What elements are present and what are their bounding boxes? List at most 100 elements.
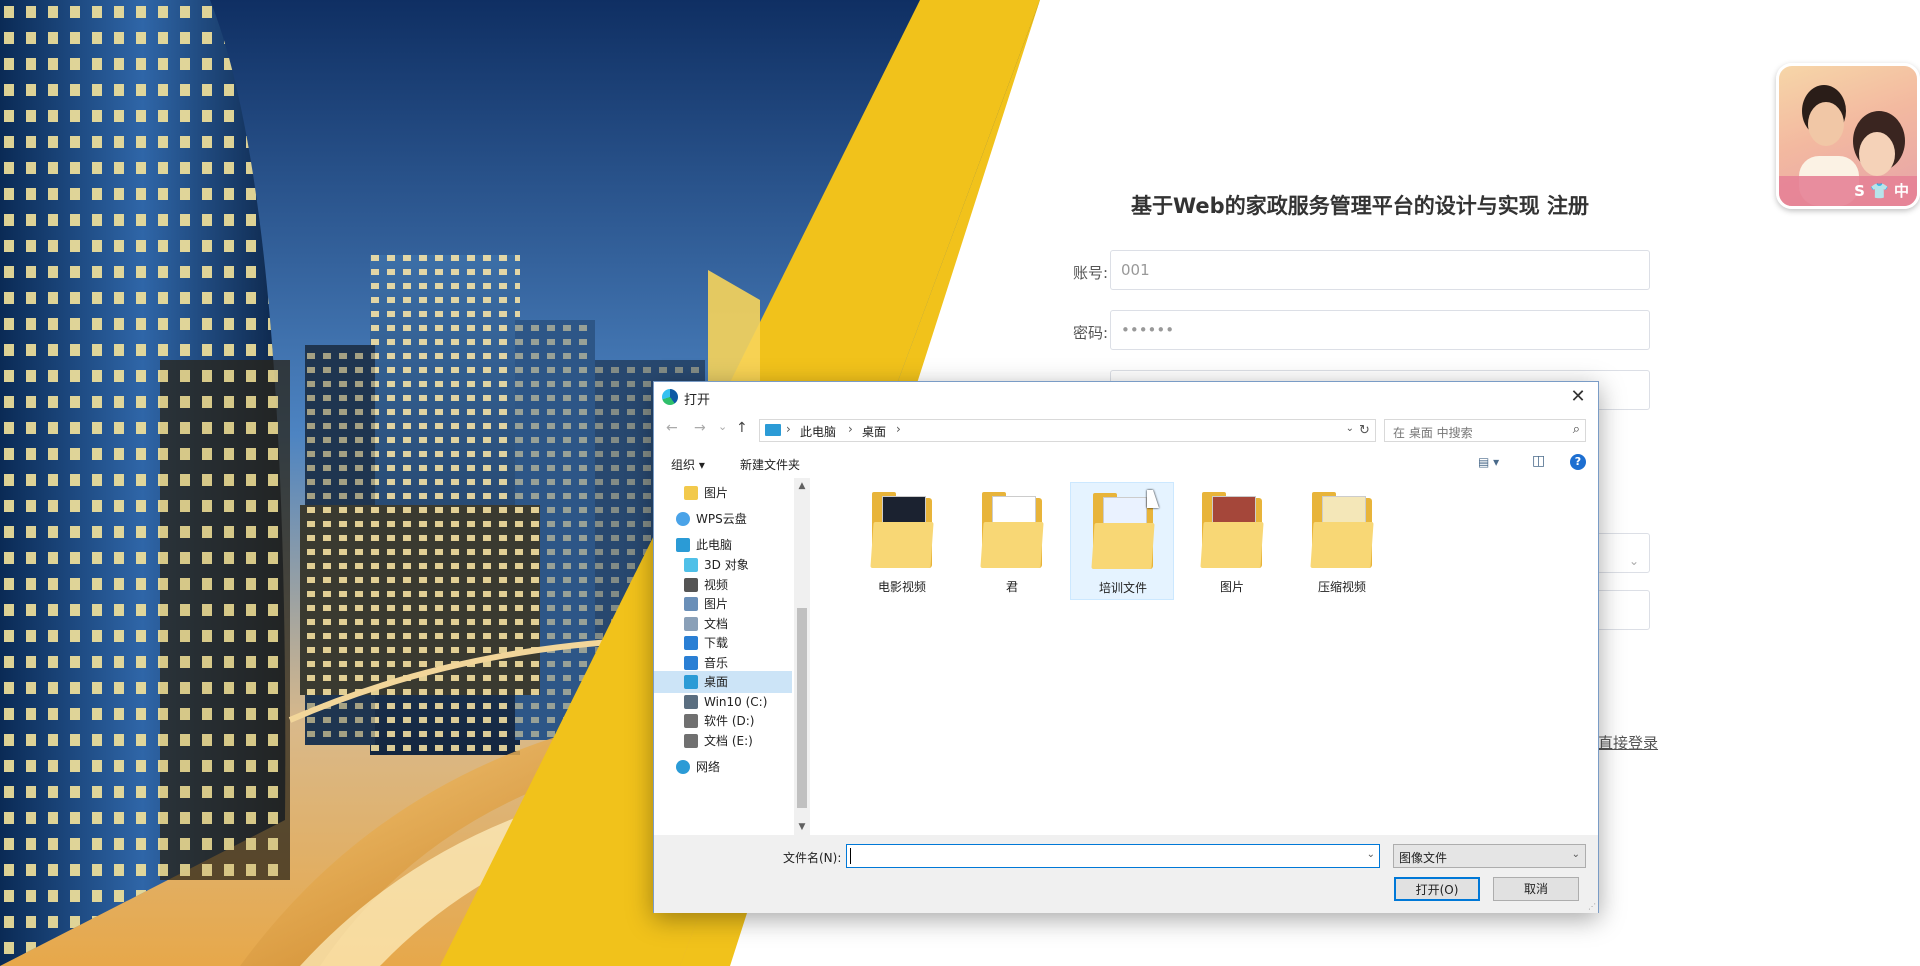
nav-item[interactable]: 软件 (D:)	[654, 710, 792, 732]
dialog-titlebar[interactable]: 打开 ✕	[654, 382, 1598, 412]
nav-item[interactable]: 3D 对象	[654, 554, 792, 576]
nav-item[interactable]: 图片	[654, 482, 792, 504]
preview-pane-icon[interactable]: ◫	[1532, 453, 1545, 469]
folder-front	[980, 522, 1044, 568]
folder-front	[1310, 522, 1374, 568]
up-arrow-icon[interactable]: ↑	[736, 420, 748, 436]
folder-front	[1200, 522, 1264, 568]
breadcrumb-desktop[interactable]: 桌面	[862, 423, 886, 440]
search-input[interactable]: 在 桌面 中搜索 ⌕	[1384, 419, 1586, 442]
refresh-button[interactable]: ↻	[1354, 419, 1376, 442]
resize-grip-icon[interactable]: ⋰	[1588, 902, 1596, 911]
file-name: 图片	[1219, 580, 1244, 594]
organize-menu[interactable]: 组织 ▾	[671, 456, 705, 473]
music-icon	[684, 656, 698, 670]
cloud-icon	[676, 512, 690, 526]
chevron-down-icon: ⌄	[1628, 554, 1639, 568]
nav-item[interactable]: 此电脑	[654, 534, 792, 556]
desktop-icon	[684, 675, 698, 689]
login-link[interactable]: 直接登录	[1598, 732, 1658, 753]
file-type-select[interactable]: 图像文件 ⌄	[1393, 844, 1586, 868]
scroll-down-icon[interactable]: ▼	[794, 822, 810, 832]
account-input[interactable]: 001	[1110, 250, 1650, 290]
nav-item-label: 图片	[704, 486, 729, 500]
nav-item-label: 桌面	[704, 675, 729, 689]
file-name: 压缩视频	[1317, 580, 1366, 594]
help-icon[interactable]: ?	[1570, 454, 1586, 470]
folder-icon	[1310, 492, 1374, 568]
nav-item-label: 此电脑	[696, 538, 733, 552]
dialog-footer: 文件名(N): ⌄ 图像文件 ⌄ 打开(O) 取消 ⋰	[654, 835, 1598, 913]
nav-item-label: 图片	[704, 597, 729, 611]
edge-browser-icon	[662, 389, 678, 405]
address-bar[interactable]: › 此电脑 › 桌面 › ⌄	[759, 419, 1359, 442]
open-button[interactable]: 打开(O)	[1394, 877, 1480, 901]
navigation-pane: 图片 WPS云盘 此电脑 3D 对象 视频 图片 文档 下载 音乐 桌面 Win10 (C:) 软件 …	[654, 478, 794, 835]
cancel-button[interactable]: 取消	[1493, 877, 1579, 901]
scroll-up-icon[interactable]: ▲	[794, 481, 810, 491]
file-type-value: 图像文件	[1399, 851, 1448, 865]
filename-input[interactable]: ⌄	[846, 844, 1380, 868]
chevron-down-icon: ⌄	[1571, 849, 1580, 860]
filename-label: 文件名(N):	[783, 851, 842, 865]
text-caret	[850, 848, 851, 864]
nav-item[interactable]: 桌面	[654, 671, 792, 693]
avatar-badge: S 👕 中	[1779, 176, 1917, 206]
register-title: 基于Web的家政服务管理平台的设计与实现 注册	[1131, 194, 1589, 218]
file-list: 电影视频 君 培训文件 图片 压缩视频	[810, 478, 1598, 835]
document-icon	[684, 617, 698, 631]
nav-item-label: 软件 (D:)	[704, 714, 755, 728]
drive-icon	[684, 734, 698, 748]
folder-front	[870, 522, 934, 568]
filename-dropdown-icon[interactable]: ⌄	[1367, 849, 1375, 860]
drive-c-icon	[684, 695, 698, 709]
dialog-toolbar: 组织 ▾ 新建文件夹 ▤ ▾ ◫ ?	[654, 448, 1598, 478]
new-folder-button[interactable]: 新建文件夹	[740, 456, 800, 473]
nav-scrollbar[interactable]: ▲ ▼	[794, 478, 810, 835]
back-arrow-icon[interactable]: ←	[666, 420, 678, 436]
search-placeholder: 在 桌面 中搜索	[1393, 426, 1473, 440]
nav-item-label: WPS云盘	[696, 512, 747, 526]
nav-item[interactable]: 文档 (E:)	[654, 730, 792, 752]
nav-item-label: 3D 对象	[704, 558, 749, 572]
password-input[interactable]: ••••••	[1110, 310, 1650, 350]
folder-front	[1091, 523, 1155, 569]
nav-item[interactable]: 图片	[654, 593, 792, 615]
close-button[interactable]: ✕	[1558, 382, 1598, 412]
view-options-icon[interactable]: ▤ ▾	[1478, 455, 1499, 469]
mouse-cursor-icon	[1147, 490, 1159, 508]
address-dropdown-icon[interactable]: ⌄	[1346, 423, 1354, 434]
file-item[interactable]: 图片	[1180, 482, 1284, 600]
nav-item[interactable]: 下载	[654, 632, 792, 654]
breadcrumb-separator: ›	[896, 422, 901, 436]
password-row: 密码: ••••••	[1040, 310, 1650, 352]
folder-icon	[870, 492, 934, 568]
recent-locations-icon[interactable]: ⌄	[718, 420, 727, 433]
file-item[interactable]: 电影视频	[850, 482, 954, 600]
cube-icon	[684, 558, 698, 572]
drive-icon	[684, 714, 698, 728]
breadcrumb-this-pc[interactable]: 此电脑	[800, 423, 836, 440]
breadcrumb-separator: ›	[786, 422, 791, 436]
avatar[interactable]: S 👕 中	[1776, 63, 1920, 209]
file-name: 培训文件	[1098, 581, 1147, 595]
nav-item-label: 文档 (E:)	[704, 734, 753, 748]
folder-icon	[1200, 492, 1264, 568]
picture-icon	[684, 597, 698, 611]
file-item[interactable]: 君	[960, 482, 1064, 600]
file-name: 君	[1005, 580, 1018, 594]
computer-icon	[765, 424, 781, 436]
search-icon: ⌕	[1572, 422, 1580, 437]
breadcrumb-separator: ›	[848, 422, 853, 436]
forward-arrow-icon[interactable]: →	[694, 420, 706, 436]
account-row: 账号: 001	[1040, 250, 1650, 292]
folder-icon	[980, 492, 1044, 568]
nav-item-label: 下载	[704, 636, 729, 650]
scroll-thumb[interactable]	[797, 608, 807, 808]
file-item[interactable]: 压缩视频	[1290, 482, 1394, 600]
file-name: 电影视频	[877, 580, 926, 594]
nav-item[interactable]: 网络	[654, 756, 792, 778]
computer-icon	[676, 538, 690, 552]
nav-item-label: 网络	[696, 760, 721, 774]
nav-item[interactable]: WPS云盘	[654, 508, 792, 530]
